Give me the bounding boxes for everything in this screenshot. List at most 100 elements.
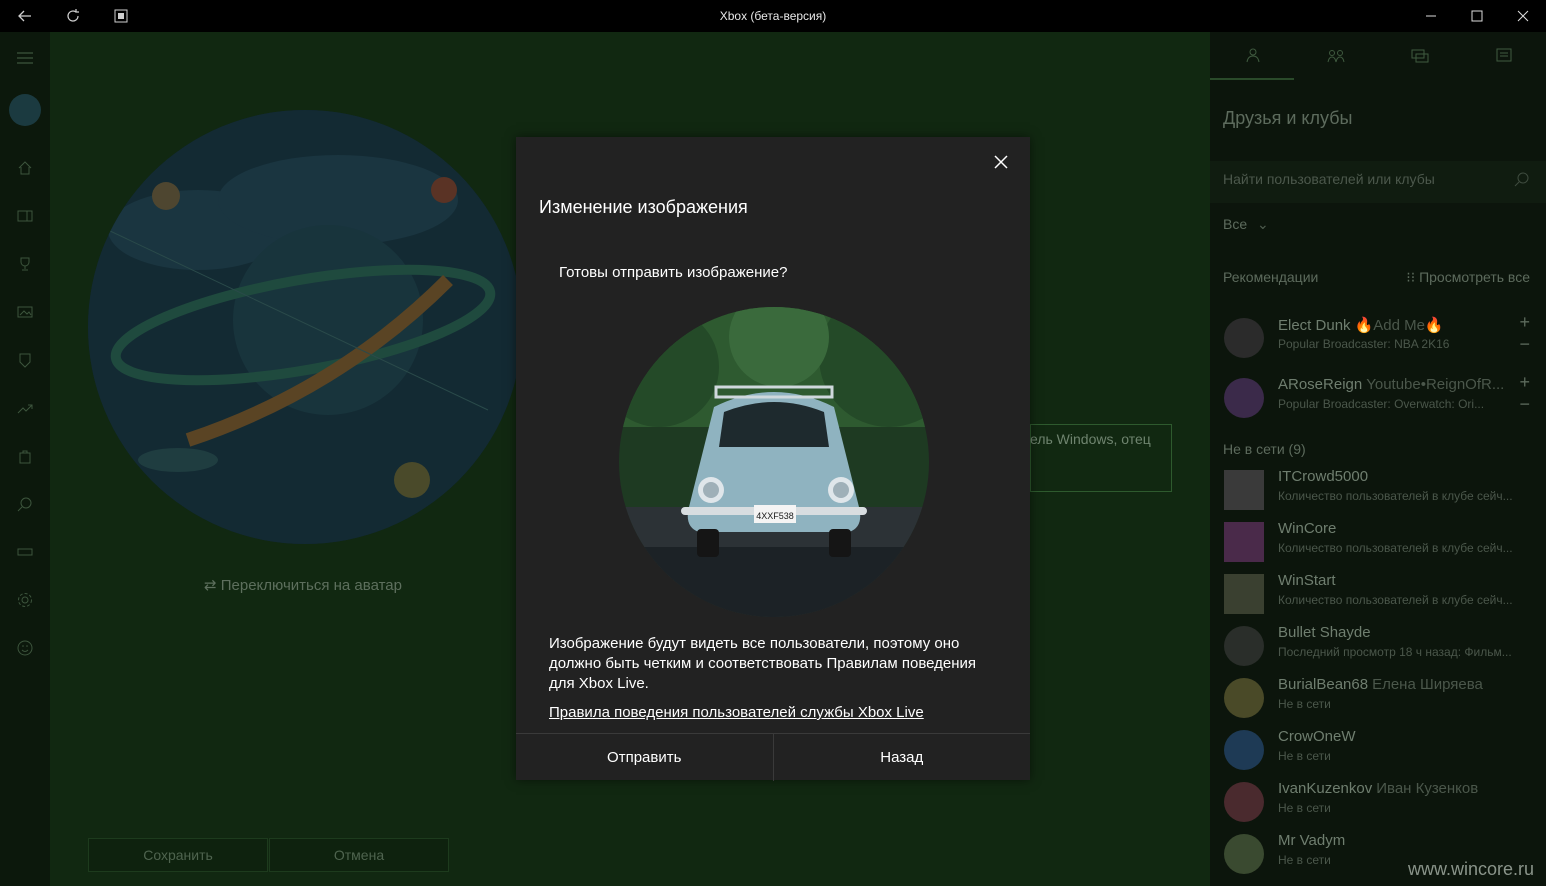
tab-parties[interactable]: [1294, 32, 1378, 80]
person-status: Не в сети: [1278, 697, 1331, 711]
person-name: WinStart: [1278, 572, 1336, 589]
add-friend-icon[interactable]: +: [1519, 312, 1530, 333]
search-icon[interactable]: [13, 492, 37, 516]
dialog-question: Готовы отправить изображение?: [559, 264, 788, 281]
bio-text: ель Windows, отец: [1030, 431, 1151, 447]
avatar: [1224, 782, 1264, 822]
person-name: CrowOneW: [1278, 728, 1356, 745]
watermark: www.wincore.ru: [1407, 859, 1534, 879]
avatar: [1224, 574, 1264, 614]
person-status: Количество пользователей в клубе сейч...: [1278, 593, 1513, 607]
view-all-link[interactable]: ⁝⁝ Просмотреть все: [1406, 269, 1530, 286]
recommendations-heading: Рекомендации: [1223, 269, 1319, 285]
friends-panel: Друзья и клубы Найти пользователей или к…: [1210, 32, 1546, 886]
dialog-title: Изменение изображения: [539, 197, 748, 217]
clubs-icon[interactable]: [13, 348, 37, 372]
person-real-name: 🔥Add Me🔥: [1354, 317, 1444, 334]
person-name: Mr Vadym: [1278, 832, 1346, 849]
window-title: Xbox (бета-версия): [719, 9, 827, 23]
filter-dropdown[interactable]: Все ⌄: [1223, 216, 1269, 233]
avatar: [1224, 470, 1264, 510]
switch-to-avatar-label: Переключиться на аватар: [220, 577, 402, 594]
person-name: Bullet Shayde: [1278, 624, 1371, 641]
captures-icon[interactable]: [13, 300, 37, 324]
tab-activity[interactable]: [1462, 32, 1546, 80]
gamerpic-preview-image: [88, 110, 522, 544]
person-status: Не в сети: [1278, 801, 1331, 815]
list-item[interactable]: Bullet Shayde Последний просмотр 18 ч на…: [1210, 620, 1546, 672]
store-icon[interactable]: [13, 204, 37, 228]
back-arrow-icon[interactable]: [2, 0, 48, 32]
friends-panel-title: Друзья и клубы: [1223, 108, 1353, 128]
uploaded-photo-preview: 4XXF538: [619, 307, 929, 617]
store-bag-icon[interactable]: [13, 444, 37, 468]
person-status: Количество пользователей в клубе сейч...: [1278, 489, 1513, 503]
smiley-icon[interactable]: [13, 636, 37, 660]
list-item[interactable]: ARoseReign Youtube•ReignOfR... Popular Br…: [1210, 372, 1546, 424]
refresh-icon[interactable]: [50, 0, 96, 32]
switch-to-avatar-link[interactable]: ⇄ Переключиться на аватар: [204, 576, 402, 594]
add-friend-icon[interactable]: +: [1519, 372, 1530, 393]
save-button[interactable]: Сохранить: [88, 838, 268, 872]
person-name: ARoseReign: [1278, 376, 1363, 393]
person-real-name: Елена Ширяева: [1372, 676, 1483, 693]
person-status: Не в сети: [1278, 749, 1331, 763]
change-image-dialog: Изменение изображения Готовы отправить и…: [516, 137, 1030, 781]
home-icon[interactable]: [13, 156, 37, 180]
person-real-name: Иван Кузенков: [1376, 780, 1479, 797]
hamburger-menu-icon[interactable]: [13, 46, 37, 70]
profile-avatar[interactable]: [9, 94, 41, 126]
snap-icon[interactable]: [98, 0, 144, 32]
settings-icon[interactable]: [13, 588, 37, 612]
chevron-down-icon: ⌄: [1257, 216, 1269, 232]
tab-friends[interactable]: [1210, 32, 1294, 80]
close-icon[interactable]: [990, 151, 1012, 173]
avatar: [1224, 378, 1264, 418]
close-window-icon[interactable]: [1500, 0, 1546, 32]
license-plate: 4XXF538: [756, 511, 794, 521]
person-name: Elect Dunk: [1278, 317, 1351, 334]
person-name: BurialBean68: [1278, 676, 1369, 693]
avatar: [1224, 522, 1264, 562]
list-item[interactable]: IvanKuzenkov Иван Кузенков Не в сети: [1210, 776, 1546, 828]
achievements-icon[interactable]: [13, 252, 37, 276]
person-real-name: Youtube•ReignOfR...: [1366, 376, 1505, 393]
person-status: Popular Broadcaster: NBA 2K16: [1278, 337, 1450, 351]
tab-messages[interactable]: [1378, 32, 1462, 80]
connection-icon[interactable]: [13, 540, 37, 564]
back-button[interactable]: Назад: [772, 734, 1031, 781]
avatar: [1224, 678, 1264, 718]
avatar: [1224, 834, 1264, 874]
person-name: IvanKuzenkov: [1278, 780, 1373, 797]
filter-label: Все: [1223, 216, 1248, 232]
code-of-conduct-link[interactable]: Правила поведения пользователей службы X…: [549, 704, 924, 721]
list-item[interactable]: ITCrowd5000 Количество пользователей в к…: [1210, 464, 1546, 516]
maximize-icon[interactable]: [1454, 0, 1500, 32]
dialog-actions: Отправить Назад: [516, 733, 1030, 781]
search-placeholder: Найти пользователей или клубы: [1223, 171, 1435, 187]
offline-heading: Не в сети (9): [1223, 441, 1306, 457]
send-button[interactable]: Отправить: [516, 734, 773, 781]
avatar: [1224, 318, 1264, 358]
dismiss-icon[interactable]: −: [1519, 334, 1530, 355]
minimize-icon[interactable]: [1408, 0, 1454, 32]
avatar: [1224, 730, 1264, 770]
left-nav-rail: [0, 32, 50, 886]
cancel-button[interactable]: Отмена: [269, 838, 449, 872]
avatar: [1224, 626, 1264, 666]
list-item[interactable]: CrowOneW Не в сети: [1210, 724, 1546, 776]
search-icon[interactable]: [1514, 171, 1530, 192]
list-item[interactable]: WinStart Количество пользователей в клуб…: [1210, 568, 1546, 620]
trending-icon[interactable]: [13, 396, 37, 420]
dismiss-icon[interactable]: −: [1519, 394, 1530, 415]
list-item[interactable]: WinCore Количество пользователей в клубе…: [1210, 516, 1546, 568]
swap-arrows-icon: ⇄: [204, 577, 217, 594]
person-name: WinCore: [1278, 520, 1337, 537]
grid-icon: ⁝⁝: [1406, 269, 1416, 285]
list-item[interactable]: Elect Dunk 🔥Add Me🔥 Popular Broadcaster: …: [1210, 312, 1546, 364]
list-item[interactable]: BurialBean68 Елена Ширяева Не в сети: [1210, 672, 1546, 724]
person-status: Количество пользователей в клубе сейч...: [1278, 541, 1513, 555]
view-all-label: Просмотреть все: [1419, 269, 1530, 285]
person-name: ITCrowd5000: [1278, 468, 1369, 485]
person-status: Popular Broadcaster: Overwatch: Ori...: [1278, 397, 1485, 411]
